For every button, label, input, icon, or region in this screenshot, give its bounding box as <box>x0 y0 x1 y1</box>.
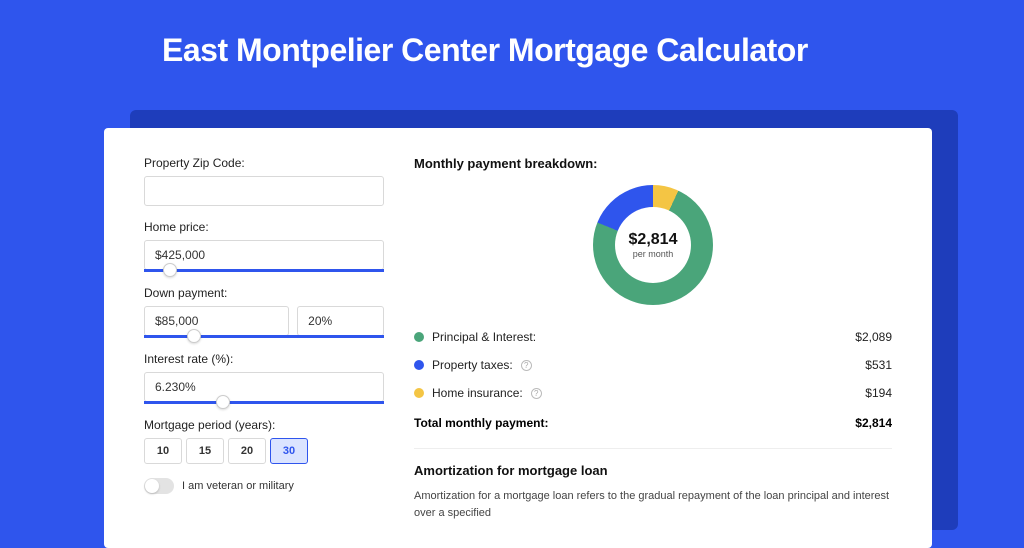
home-price-label: Home price: <box>144 220 384 234</box>
breakdown-row-insurance: Home insurance: ? $194 <box>414 379 892 407</box>
interest-input[interactable] <box>144 372 384 402</box>
slider-thumb[interactable] <box>216 395 230 409</box>
breakdown-label: Home insurance: <box>432 386 523 400</box>
total-value: $2,814 <box>855 416 892 430</box>
home-price-input[interactable] <box>144 240 384 270</box>
breakdown-value: $531 <box>865 358 892 372</box>
dot-icon <box>414 332 424 342</box>
breakdown-title: Monthly payment breakdown: <box>414 156 892 171</box>
slider-thumb[interactable] <box>163 263 177 277</box>
dot-icon <box>414 360 424 370</box>
donut-center: $2,814 per month <box>615 207 691 283</box>
breakdown-value: $194 <box>865 386 892 400</box>
amortization-text: Amortization for a mortgage loan refers … <box>414 488 892 521</box>
down-payment-pct-input[interactable] <box>297 306 384 336</box>
interest-label: Interest rate (%): <box>144 352 384 366</box>
breakdown-label: Principal & Interest: <box>432 330 536 344</box>
total-row: Total monthly payment: $2,814 <box>414 407 892 444</box>
down-payment-slider[interactable] <box>144 335 384 338</box>
home-price-group: Home price: <box>144 220 384 272</box>
down-payment-input[interactable] <box>144 306 289 336</box>
down-payment-group: Down payment: <box>144 286 384 338</box>
zip-label: Property Zip Code: <box>144 156 384 170</box>
page-title: East Montpelier Center Mortgage Calculat… <box>0 0 1024 87</box>
info-icon[interactable]: ? <box>531 388 542 399</box>
donut-subtext: per month <box>633 249 674 259</box>
period-btn-30[interactable]: 30 <box>270 438 308 464</box>
home-price-slider[interactable] <box>144 269 384 272</box>
breakdown-column: Monthly payment breakdown: $2,814 per mo… <box>414 156 892 520</box>
down-payment-label: Down payment: <box>144 286 384 300</box>
veteran-label: I am veteran or military <box>182 480 294 492</box>
breakdown-label: Property taxes: <box>432 358 513 372</box>
calculator-card: Property Zip Code: Home price: Down paym… <box>104 128 932 548</box>
breakdown-row-principal: Principal & Interest: $2,089 <box>414 323 892 351</box>
total-label: Total monthly payment: <box>414 416 548 430</box>
donut-chart: $2,814 per month <box>593 185 713 305</box>
zip-input[interactable] <box>144 176 384 206</box>
dot-icon <box>414 388 424 398</box>
period-btn-10[interactable]: 10 <box>144 438 182 464</box>
veteran-toggle[interactable] <box>144 478 174 494</box>
veteran-toggle-row: I am veteran or military <box>144 478 384 494</box>
period-label: Mortgage period (years): <box>144 418 384 432</box>
period-btn-15[interactable]: 15 <box>186 438 224 464</box>
interest-group: Interest rate (%): <box>144 352 384 404</box>
info-icon[interactable]: ? <box>521 360 532 371</box>
amortization-title: Amortization for mortgage loan <box>414 463 892 478</box>
breakdown-row-taxes: Property taxes: ? $531 <box>414 351 892 379</box>
period-group: Mortgage period (years): 10 15 20 30 <box>144 418 384 464</box>
period-btn-20[interactable]: 20 <box>228 438 266 464</box>
donut-chart-wrap: $2,814 per month <box>414 185 892 305</box>
slider-thumb[interactable] <box>187 329 201 343</box>
form-column: Property Zip Code: Home price: Down paym… <box>144 156 384 520</box>
zip-field-group: Property Zip Code: <box>144 156 384 206</box>
divider <box>414 448 892 449</box>
period-buttons: 10 15 20 30 <box>144 438 384 464</box>
breakdown-value: $2,089 <box>855 330 892 344</box>
donut-amount: $2,814 <box>629 231 678 249</box>
toggle-knob <box>145 479 159 493</box>
interest-slider[interactable] <box>144 401 384 404</box>
